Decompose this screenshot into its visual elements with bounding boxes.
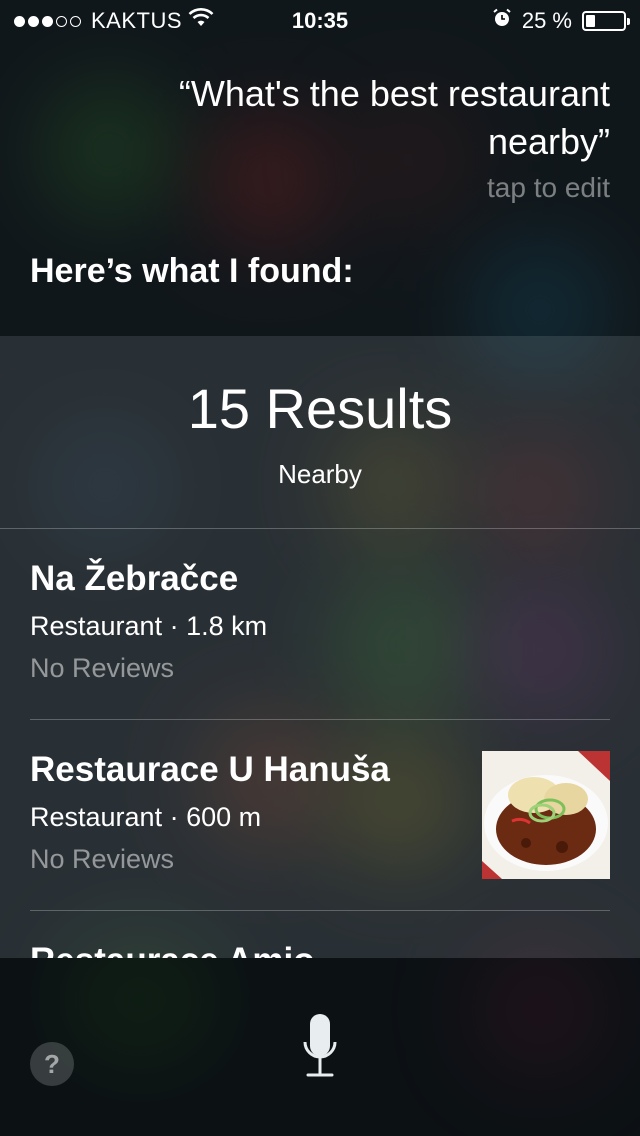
results-header[interactable]: 15 Results Nearby bbox=[0, 336, 640, 529]
result-reviews: No Reviews bbox=[30, 653, 175, 683]
help-icon[interactable]: ? bbox=[30, 1042, 74, 1086]
result-name: Restaurace U Hanuša bbox=[30, 750, 390, 789]
battery-percentage: 25 % bbox=[521, 8, 572, 33]
alarm-icon bbox=[492, 8, 512, 34]
result-name: Na Žebračce bbox=[30, 559, 239, 598]
result-item[interactable]: Na Žebračce Restaurant · 1.8 km No Revie… bbox=[30, 529, 610, 720]
status-right: 25 % bbox=[492, 8, 630, 34]
restaurant-results-card: 15 Results Nearby Na Žebračce Restaurant… bbox=[0, 336, 640, 958]
battery-icon bbox=[582, 11, 630, 31]
status-bar: KAKTUS 10:35 25 % bbox=[0, 0, 640, 40]
results-subtitle: Nearby bbox=[278, 459, 362, 489]
result-meta: Restaurant · 600 m bbox=[30, 802, 262, 832]
tap-to-edit-label[interactable]: tap to edit bbox=[487, 172, 610, 204]
siri-bottom-bar: ? bbox=[0, 958, 640, 1136]
result-item[interactable]: Restaurace Amio bbox=[30, 911, 610, 958]
result-meta: Restaurant · 1.8 km bbox=[30, 611, 268, 641]
result-item[interactable]: Restaurace U Hanuša Restaurant · 600 m N… bbox=[30, 720, 610, 911]
result-name: Restaurace Amio bbox=[30, 941, 315, 958]
siri-query-text[interactable]: “What's the best restaurant nearby” bbox=[50, 70, 610, 166]
microphone-icon[interactable] bbox=[302, 1012, 338, 1089]
siri-response-text: Here’s what I found: bbox=[30, 252, 354, 290]
results-count: 15 Results bbox=[187, 377, 453, 440]
restaurant-photo bbox=[482, 751, 610, 879]
result-reviews: No Reviews bbox=[30, 844, 175, 874]
